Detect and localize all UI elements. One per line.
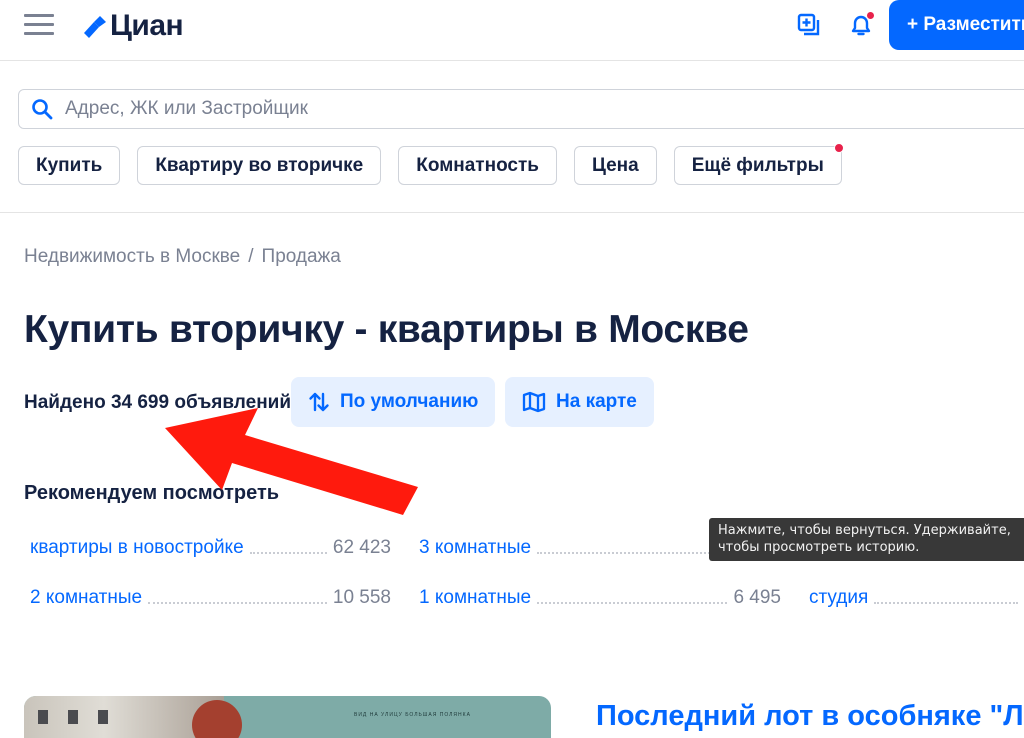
leader-dots <box>148 602 327 604</box>
recommend-link[interactable]: 2 комнатные <box>30 587 142 609</box>
recommend-link[interactable]: квартиры в новостройке <box>30 537 244 559</box>
recommend-count: 10 558 <box>332 587 391 608</box>
filter-price[interactable]: Цена <box>574 146 657 185</box>
recommend-title: Рекомендуем посмотреть <box>24 482 280 504</box>
filter-more-label: Ещё фильтры <box>691 154 824 176</box>
recommend-count: 6 495 <box>733 587 781 608</box>
top-header: Циан + Разместить <box>0 0 1024 61</box>
sort-arrows-icon <box>309 392 329 412</box>
recommend-link[interactable]: 1 комнатные <box>419 587 531 609</box>
page-title: Купить вторичку - квартиры в Москве <box>24 308 749 351</box>
search-bar[interactable] <box>18 89 1024 129</box>
map-label: На карте <box>556 391 637 412</box>
sort-label: По умолчанию <box>340 391 479 412</box>
breadcrumb-item-sale[interactable]: Продажа <box>262 246 341 267</box>
compare-icon[interactable] <box>796 12 822 38</box>
image-caption: ВИД НА УЛИЦУ БОЛЬШАЯ ПОЛЯНКА <box>354 712 471 718</box>
filter-apartment-type[interactable]: Квартиру во вторичке <box>137 146 382 185</box>
notification-dot <box>866 11 875 20</box>
recommend-item[interactable]: 3 комнатные <box>419 535 719 559</box>
tree-photo <box>192 700 242 738</box>
cian-logo[interactable]: Циан <box>82 6 184 46</box>
filter-bar: Купить Квартиру во вторичке Комнатность … <box>18 143 859 185</box>
bell-icon[interactable] <box>848 11 875 38</box>
cian-logo-icon <box>84 16 106 38</box>
leader-dots <box>874 602 1018 604</box>
filter-more[interactable]: Ещё фильтры <box>673 143 844 185</box>
results-count: Найдено 34 699 объявлений <box>24 392 292 413</box>
recommend-item[interactable]: 2 комнатные 10 558 <box>30 585 391 609</box>
filter-rooms[interactable]: Комнатность <box>398 146 557 185</box>
breadcrumb-item-realty[interactable]: Недвижимость в Москве <box>24 246 240 267</box>
leader-dots <box>537 602 728 604</box>
recommend-link[interactable]: студия <box>809 587 868 609</box>
listing-image[interactable]: ВИД НА УЛИЦУ БОЛЬШАЯ ПОЛЯНКА <box>24 696 551 738</box>
listing-title[interactable]: Последний лот в особняке "Лот <box>596 700 1024 733</box>
place-ad-button[interactable]: + Разместить <box>889 0 1024 50</box>
filter-buy[interactable]: Купить <box>18 146 121 185</box>
logo-text: Циан <box>110 9 184 42</box>
map-icon <box>522 391 546 413</box>
breadcrumb: Недвижимость в Москве / Продажа <box>24 246 341 268</box>
sort-button[interactable]: По умолчанию <box>291 377 496 427</box>
filter-active-dot <box>833 143 844 153</box>
divider <box>0 212 1024 213</box>
recommend-item[interactable]: студия <box>809 585 1024 609</box>
breadcrumb-separator: / <box>248 246 254 267</box>
search-icon <box>32 99 53 120</box>
leader-dots <box>249 552 327 554</box>
burger-menu-icon[interactable] <box>24 14 54 36</box>
tooltip-line: чтобы просмотреть историю. <box>718 540 920 555</box>
recommend-item[interactable]: квартиры в новостройке 62 423 <box>30 535 391 559</box>
search-input[interactable] <box>65 98 765 120</box>
back-button-tooltip: Нажмите, чтобы вернуться. Удерживайте, ч… <box>709 518 1024 561</box>
tooltip-line: Нажмите, чтобы вернуться. Удерживайте, <box>718 523 1011 538</box>
map-button[interactable]: На карте <box>505 377 654 427</box>
recommend-link[interactable]: 3 комнатные <box>419 537 531 559</box>
recommend-item[interactable]: 1 комнатные 6 495 <box>419 585 781 609</box>
leader-dots <box>537 552 713 554</box>
recommend-count: 62 423 <box>332 537 391 558</box>
